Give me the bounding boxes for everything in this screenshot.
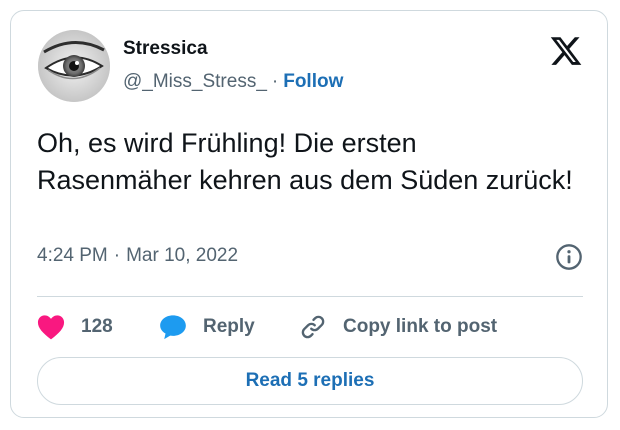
tweet-timestamp[interactable]: 4:24 PM · Mar 10, 2022 <box>37 245 238 267</box>
link-icon <box>301 315 325 339</box>
tweet-date: Mar 10, 2022 <box>126 245 239 266</box>
reply-bubble-icon <box>160 315 186 340</box>
tweet-card: Stressica @_Miss_Stress_ · Follow Oh, es w… <box>10 10 608 418</box>
info-icon[interactable] <box>555 243 583 271</box>
author-display-name[interactable]: Stressica <box>123 38 208 60</box>
read-replies-button[interactable]: Read 5 replies <box>37 357 583 405</box>
divider <box>37 296 583 297</box>
reply-button[interactable]: Reply <box>159 311 255 343</box>
like-button[interactable]: 128 <box>37 311 113 343</box>
heart-icon <box>37 315 65 340</box>
separator: · <box>113 245 121 266</box>
separator: · <box>271 71 279 92</box>
copy-link-label: Copy link to post <box>343 316 498 337</box>
tweet-text: Oh, es wird Frühling! Die ersten Rasenmä… <box>37 128 573 195</box>
follow-button[interactable]: Follow <box>283 71 343 92</box>
tweet-time: 4:24 PM <box>37 245 108 266</box>
x-logo-icon[interactable] <box>549 34 583 68</box>
author-handle[interactable]: @_Miss_Stress_ <box>123 71 267 92</box>
reply-label: Reply <box>203 316 255 337</box>
copy-link-button[interactable]: Copy link to post <box>299 311 497 343</box>
author-handle-line: @_Miss_Stress_ · Follow <box>123 71 343 93</box>
avatar[interactable] <box>38 30 110 102</box>
eye-avatar-icon <box>38 30 110 102</box>
like-count: 128 <box>81 316 113 337</box>
